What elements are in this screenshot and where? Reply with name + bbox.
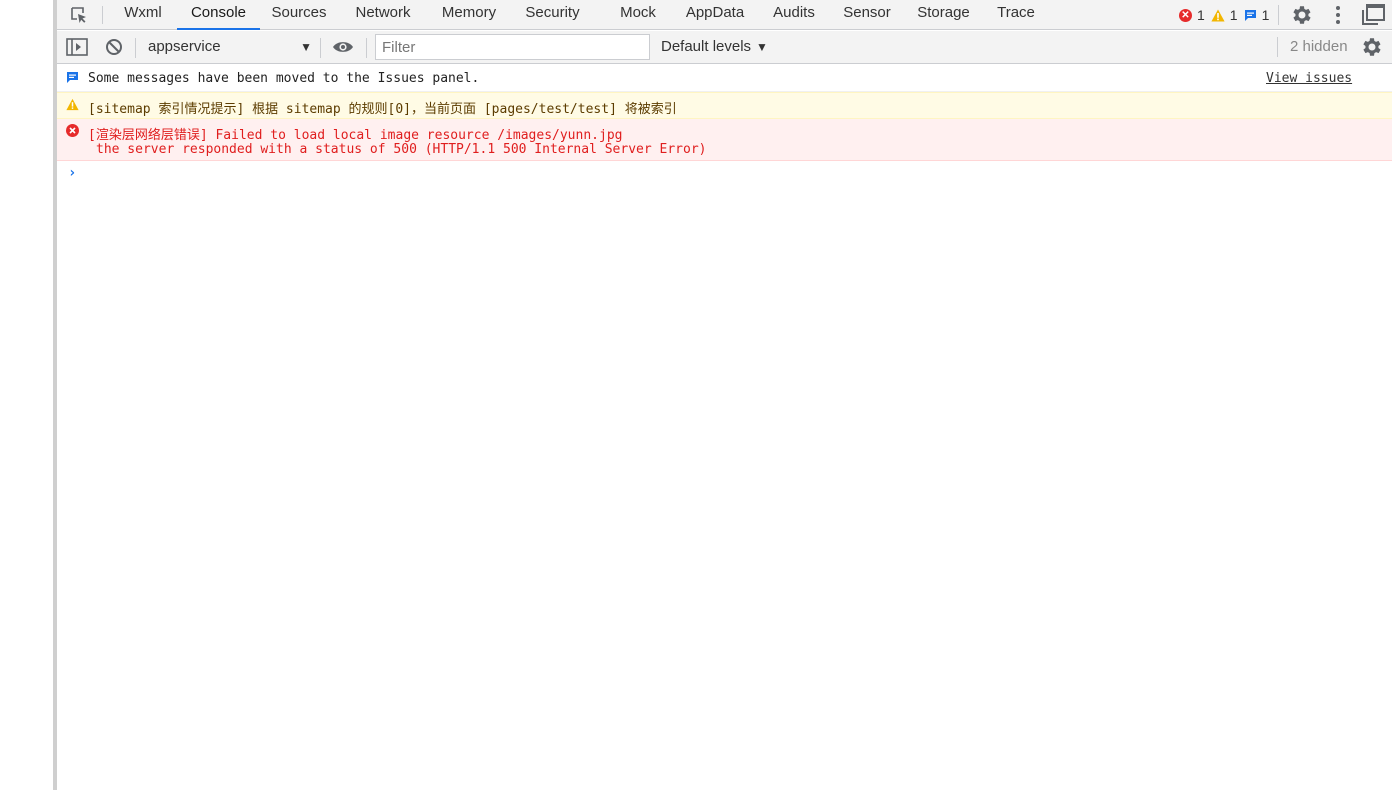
console-settings-gear-icon[interactable] [1360, 35, 1384, 59]
clear-console-icon[interactable] [102, 35, 126, 59]
more-options-icon[interactable] [1326, 3, 1350, 27]
message-icon [67, 72, 78, 83]
warning-icon [1211, 9, 1225, 21]
console-message-error: [渲染层网络层错误] Failed to load local image re… [57, 119, 1392, 161]
prompt-chevron-icon: › [68, 165, 77, 181]
settings-gear-icon[interactable] [1290, 3, 1314, 27]
execution-context-select[interactable]: appservice ▼ [142, 35, 312, 59]
error-icon [66, 124, 79, 137]
warning-counter[interactable]: 1 [1211, 7, 1238, 23]
warning-count: 1 [1229, 7, 1238, 23]
devtools-panel: Wxml Console Sources Network Memory Secu… [57, 0, 1392, 790]
execution-context-value: appservice [148, 38, 221, 55]
tab-storage[interactable]: Storage [916, 0, 971, 30]
console-message-info: Some messages have been moved to the Iss… [57, 64, 1392, 92]
error-icon: ✕ [1179, 8, 1192, 22]
view-issues-link[interactable]: View issues [1266, 71, 1352, 86]
warning-icon [66, 98, 79, 111]
log-levels-dropdown[interactable]: Default levels ▼ [661, 35, 768, 59]
tabbar-separator [102, 6, 103, 24]
tab-trace[interactable]: Trace [996, 0, 1036, 30]
error-message-text: [渲染层网络层错误] Failed to load local image re… [88, 128, 623, 143]
issue-counters: ✕ 1 1 1 [1179, 0, 1275, 30]
simulator-edge [0, 0, 53, 790]
dropdown-caret-icon: ▼ [300, 40, 312, 54]
toolbar-separator [135, 38, 136, 58]
inspect-element-icon[interactable] [67, 3, 91, 27]
console-messages: Some messages have been moved to the Iss… [57, 64, 1392, 187]
toggle-sidebar-icon[interactable] [65, 35, 89, 59]
hidden-messages-count: 2 hidden [1290, 38, 1348, 55]
tab-network[interactable]: Network [351, 0, 415, 30]
warning-message-text: [sitemap 索引情况提示] 根据 sitemap 的规则[0]，当前页面 … [88, 102, 677, 117]
error-counter[interactable]: ✕ 1 [1179, 7, 1205, 23]
tab-console[interactable]: Console [177, 0, 260, 30]
tab-sensor[interactable]: Sensor [842, 0, 892, 30]
console-toolbar: appservice ▼ Default levels ▼ 2 hidden [57, 31, 1392, 64]
tab-audits[interactable]: Audits [771, 0, 817, 30]
live-expression-eye-icon[interactable] [331, 35, 355, 59]
filter-input[interactable] [375, 34, 650, 60]
toolbar-separator [1277, 37, 1278, 57]
tab-sources[interactable]: Sources [270, 0, 328, 30]
tab-mock[interactable]: Mock [617, 0, 659, 30]
undock-window-icon[interactable] [1359, 2, 1387, 28]
toolbar-separator [366, 38, 367, 58]
tab-appdata[interactable]: AppData [683, 0, 747, 30]
tab-memory[interactable]: Memory [438, 0, 500, 30]
tab-wxml[interactable]: Wxml [123, 0, 163, 30]
devtools-tabbar: Wxml Console Sources Network Memory Secu… [57, 0, 1392, 30]
console-prompt[interactable]: › [57, 161, 1392, 187]
console-message-warning: [sitemap 索引情况提示] 根据 sitemap 的规则[0]，当前页面 … [57, 92, 1392, 119]
tabbar-separator-right [1278, 5, 1279, 25]
error-message-detail: the server responded with a status of 50… [96, 142, 707, 157]
info-message-text: Some messages have been moved to the Iss… [88, 71, 480, 86]
error-count: 1 [1197, 7, 1205, 23]
log-levels-label: Default levels [661, 38, 752, 55]
message-icon [1244, 9, 1256, 21]
issues-count: 1 [1261, 7, 1270, 23]
tab-security[interactable]: Security [523, 0, 582, 30]
dropdown-caret-icon: ▼ [756, 40, 768, 54]
issues-counter[interactable]: 1 [1244, 7, 1270, 23]
toolbar-separator [320, 38, 321, 58]
